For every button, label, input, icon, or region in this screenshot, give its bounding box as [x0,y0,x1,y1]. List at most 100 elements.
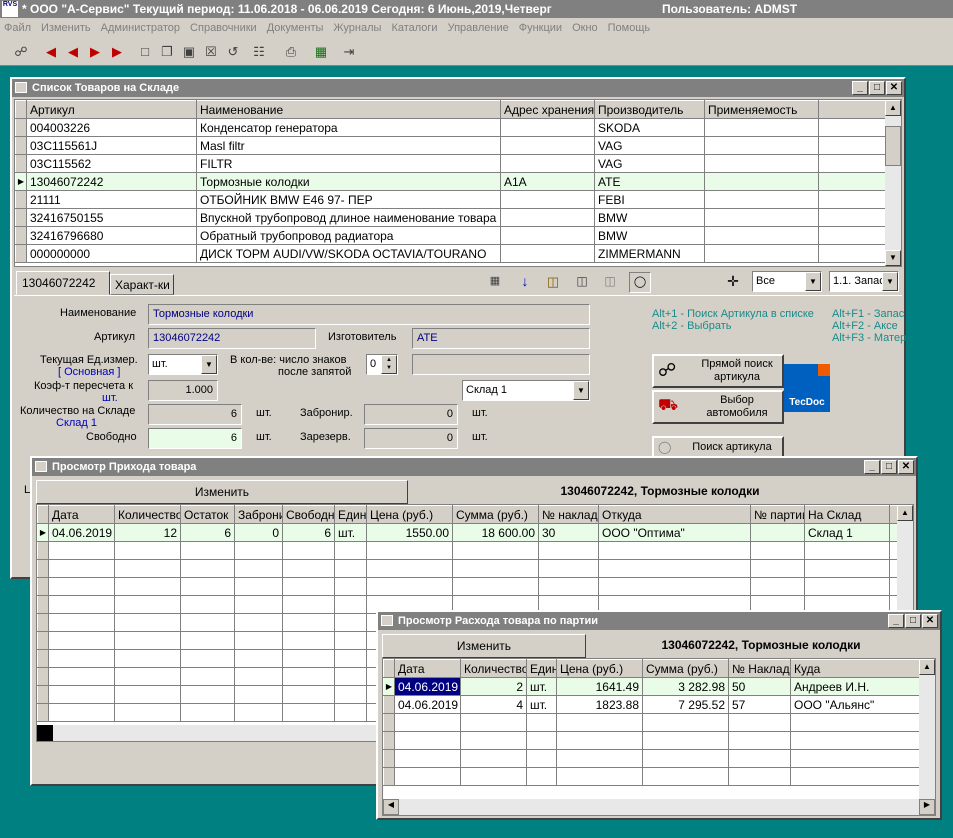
col-header[interactable]: Применяемость [704,100,819,119]
col-header[interactable]: Количество [460,659,527,678]
article-field[interactable]: 13046072242 [148,328,316,349]
col-header[interactable]: Свободно [282,505,335,524]
table-row[interactable]: 32416750155 Впускной трубопровод длиное н… [15,208,887,227]
chevron-down-icon[interactable]: ▼ [805,272,821,291]
menu-file[interactable]: Файл [4,22,31,34]
name-field[interactable]: Тормозные колодки [148,304,590,325]
menu-journals[interactable]: Журналы [333,22,381,34]
doc-icon[interactable]: ▦ [487,274,503,290]
binoculars-icon[interactable]: ☍ [12,43,30,61]
table-row-selected[interactable]: ▶ 13046072242 Тормозные колодки A1A ATE [15,172,887,191]
col-header[interactable]: Сумма (руб.) [642,659,729,678]
close-icon[interactable]: ✕ [922,614,938,628]
arrow-down-icon[interactable]: ↓ [517,273,533,289]
col-header[interactable]: Един [526,659,557,678]
coef-field[interactable]: 1.000 [148,380,218,401]
col-header[interactable]: На Склад [804,505,890,524]
table-row[interactable]: 004003226 Конденсатор генератора SKODA [15,118,887,137]
col-header[interactable]: Откуда [598,505,751,524]
scroll-left-icon[interactable] [37,725,53,741]
goods-vertical-scrollbar[interactable]: ▲ ▼ [885,100,901,266]
decimals-spinner[interactable]: 0 ▲ ▼ [366,354,398,375]
undo-icon[interactable]: ↺ [224,43,242,61]
new-document-icon[interactable]: □ [136,43,154,61]
col-header[interactable]: Цена (руб.) [366,505,453,524]
col-header[interactable]: Дата [48,505,115,524]
maker-field[interactable]: ATE [412,328,590,349]
chevron-down-icon[interactable]: ▼ [201,355,217,374]
scroll-thumb[interactable] [885,126,901,166]
col-header[interactable]: Дата [394,659,461,678]
menu-help[interactable]: Помощь [608,22,651,34]
col-header[interactable]: Артикул [26,100,197,119]
minimize-icon[interactable]: _ [852,81,868,95]
excel-icon[interactable]: ▦ [312,43,330,61]
col-header[interactable]: № партии [750,505,805,524]
col-header[interactable]: Количество [114,505,181,524]
col-header[interactable]: Цена (руб.) [556,659,643,678]
table-row[interactable]: 21111 ОТБОЙНИК BMW E46 97- ПЕР FEBI [15,190,887,209]
choose-car-button[interactable]: ⛟ Выбор автомобиля [652,390,784,424]
expense-horizontal-scrollbar[interactable]: ◀ ▶ [383,799,935,815]
folder-icon[interactable]: ◫ [602,274,618,290]
menu-references[interactable]: Справочники [190,22,257,34]
filter-select[interactable]: Все ▼ [752,271,822,292]
maximize-icon[interactable]: □ [881,460,897,474]
col-header[interactable]: Наименование [196,100,501,119]
eraser-icon[interactable]: ◯ [629,272,651,293]
direct-search-button[interactable]: ☍ Прямой поиск артикула [652,354,784,388]
last-record-icon[interactable]: ▶ [108,43,126,61]
chevron-down-icon[interactable]: ▼ [882,272,898,291]
article-search-button[interactable]: ◯ Поиск артикула [652,436,784,458]
table-row-selected[interactable]: ▶ 04.06.2019 12 6 0 6 шт. 1550.00 18 600… [37,523,899,542]
save-icon[interactable]: ▣ [180,43,198,61]
table-row[interactable]: 000000000 ДИСК ТОРМ AUDI/VW/SKODA OCTAVIA… [15,244,887,263]
spinner-arrows-icon[interactable]: ▲ ▼ [381,355,397,374]
menu-functions[interactable]: Функции [519,22,562,34]
plus-icon[interactable]: ✛ [725,273,741,289]
expense-vertical-scrollbar[interactable]: ▲ [919,659,935,799]
menu-documents[interactable]: Документы [267,22,324,34]
col-header[interactable]: Един [334,505,367,524]
network-icon[interactable]: ☷ [250,43,268,61]
menu-management[interactable]: Управление [448,22,509,34]
menu-edit[interactable]: Изменить [41,22,91,34]
stock-type-select[interactable]: 1.1. Запас ▼ [829,271,899,292]
col-header[interactable]: № накладной [538,505,599,524]
receipt-edit-button[interactable]: Изменить [36,480,408,504]
chevron-down-icon[interactable]: ▼ [573,381,589,400]
col-header[interactable]: Адрес хранения [500,100,595,119]
maximize-icon[interactable]: □ [869,81,885,95]
exit-icon[interactable]: ⇥ [340,43,358,61]
col-header[interactable]: Сумма (руб.) [452,505,539,524]
print-icon[interactable]: ⎙ [282,43,300,61]
tecdoc-logo[interactable]: TecDoc [784,364,830,412]
scroll-up-icon[interactable]: ▲ [897,505,913,521]
col-header[interactable]: Производитель [594,100,705,119]
copy-icon[interactable]: ❐ [158,43,176,61]
first-record-icon[interactable]: ◀ [42,43,60,61]
col-header[interactable]: Забронир [234,505,283,524]
expense-edit-button[interactable]: Изменить [382,634,586,658]
scroll-left-icon[interactable]: ◀ [383,799,399,815]
folders-icon[interactable]: ◫ [574,274,590,290]
scroll-up-icon[interactable]: ▲ [919,659,935,675]
menu-window[interactable]: Окно [572,22,598,34]
table-row[interactable]: 03C115562 FILTR VAG [15,154,887,173]
col-header[interactable]: Куда [790,659,921,678]
tab-article[interactable]: 13046072242 [16,271,110,295]
unit-select[interactable]: шт. ▼ [148,354,218,375]
table-row[interactable]: 03C115561J Masl filtr VAG [15,136,887,155]
warehouse-select[interactable]: Склад 1 ▼ [462,380,590,401]
menu-catalogs[interactable]: Каталоги [391,22,437,34]
tab-characteristics[interactable]: Характ-ки [110,274,174,295]
table-row-selected[interactable]: ▶ 04.06.2019 2 шт. 1641.49 3 282.98 50 А… [383,677,921,696]
next-record-icon[interactable]: ▶ [86,43,104,61]
prev-record-icon[interactable]: ◀ [64,43,82,61]
delete-icon[interactable]: ☒ [202,43,220,61]
minimize-icon[interactable]: _ [864,460,880,474]
maximize-icon[interactable]: □ [905,614,921,628]
scroll-down-icon[interactable]: ▼ [885,250,901,266]
scroll-up-icon[interactable]: ▲ [885,100,901,116]
menu-admin[interactable]: Администратор [101,22,180,34]
